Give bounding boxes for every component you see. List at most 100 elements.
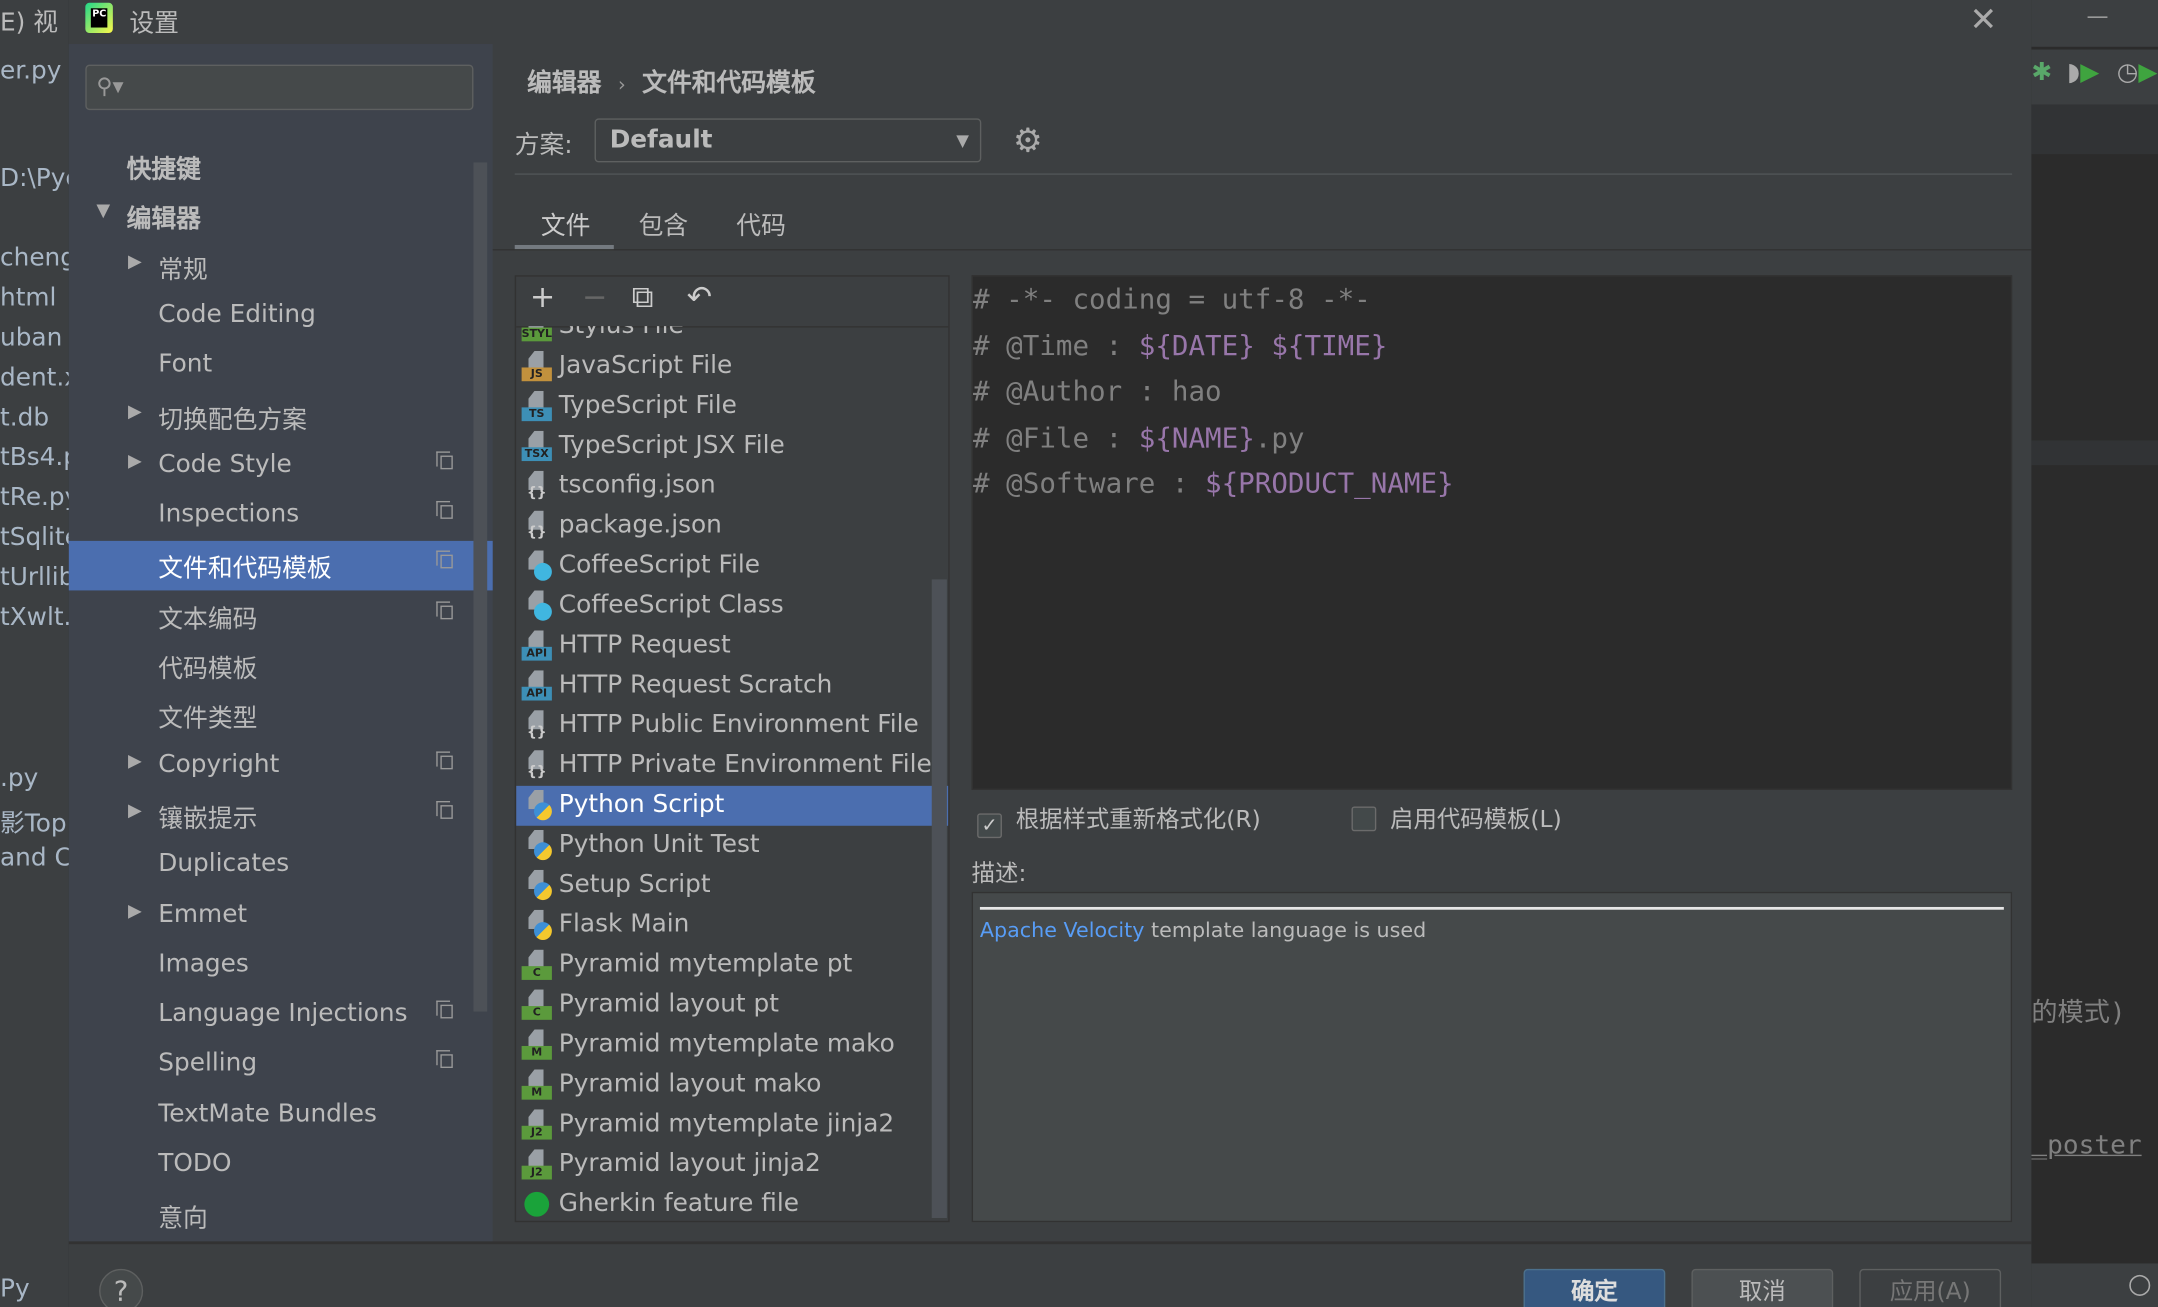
project-file-fragment[interactable]: E) 视: [0, 3, 58, 39]
breadcrumb-item[interactable]: 编辑器: [527, 69, 601, 98]
project-file-fragment[interactable]: and C: [0, 844, 72, 873]
debug-icon[interactable]: ✱: [2031, 58, 2052, 87]
template-list-item[interactable]: C Pyramid layout pt: [516, 985, 948, 1025]
sidebar-item[interactable]: ▶ Copyright: [69, 741, 493, 791]
project-file-fragment[interactable]: dent.x: [0, 363, 79, 392]
apache-velocity-link[interactable]: Apache Velocity: [980, 918, 1145, 943]
sidebar-item[interactable]: ▶ 镶嵌提示: [69, 791, 493, 841]
project-file-fragment[interactable]: html: [0, 284, 56, 313]
chevron-right-icon[interactable]: ▶: [128, 451, 142, 472]
sidebar-item[interactable]: ▶ Code Style: [69, 442, 493, 492]
tab-includes[interactable]: 包含: [639, 206, 689, 242]
sidebar-item[interactable]: ▼ 编辑器: [69, 192, 493, 242]
template-list-item[interactable]: Python Script: [516, 785, 949, 826]
template-list-item[interactable]: JS JavaScript File: [516, 347, 948, 387]
sidebar-item[interactable]: ▶ 常规: [69, 242, 493, 292]
template-list-item[interactable]: {} HTTP Private Environment File: [516, 746, 948, 786]
chevron-right-icon[interactable]: ▶: [128, 251, 142, 272]
coverage-run-icon[interactable]: ◗▶: [2067, 58, 2099, 87]
file-type-icon: [522, 789, 552, 821]
apply-button[interactable]: 应用(A): [1859, 1268, 2002, 1307]
project-file-fragment[interactable]: D:\Pyc: [0, 164, 79, 193]
sidebar-item-label: 意向: [158, 1204, 208, 1234]
profile-run-icon[interactable]: ◷▶: [2117, 58, 2158, 87]
reformat-checkbox[interactable]: ✓ 根据样式重新格式化(R): [977, 800, 1261, 839]
project-file-fragment[interactable]: .py: [0, 764, 38, 793]
template-name: Setup Script: [558, 869, 711, 899]
cancel-button[interactable]: 取消: [1691, 1268, 1834, 1307]
template-list-item[interactable]: TSX TypeScript JSX File: [516, 427, 948, 467]
template-list-item[interactable]: Gherkin feature file: [516, 1185, 948, 1221]
list-scrollbar[interactable]: [931, 579, 947, 1219]
sidebar-item[interactable]: Inspections: [69, 491, 493, 541]
template-list-item[interactable]: API HTTP Request: [516, 626, 948, 666]
project-file-fragment[interactable]: tRe.py: [0, 483, 79, 512]
sidebar-item[interactable]: Images: [69, 941, 493, 991]
minimize-icon[interactable]: —: [2086, 3, 2108, 29]
template-list-item[interactable]: Setup Script: [516, 866, 948, 906]
template-list-item[interactable]: TS TypeScript File: [516, 387, 948, 427]
sidebar-item[interactable]: ▶ 切换配色方案: [69, 392, 493, 442]
template-list-item[interactable]: M Pyramid layout mako: [516, 1065, 948, 1105]
template-list-item[interactable]: STYL Stylus File: [516, 326, 948, 347]
sidebar-item[interactable]: 文件和代码模板: [68, 541, 493, 591]
project-file-fragment[interactable]: uban i: [0, 323, 77, 352]
add-icon[interactable]: +: [530, 281, 555, 315]
project-file-fragment[interactable]: er.py: [0, 56, 61, 85]
project-file-fragment[interactable]: 影Top: [0, 804, 67, 840]
template-list-item[interactable]: J2 Pyramid layout jinja2: [516, 1145, 948, 1185]
template-code-editor[interactable]: # -*- coding = utf-8 -*- # @Time : ${DATE…: [971, 275, 2013, 790]
enable-live-templates-checkbox[interactable]: 启用代码模板(L): [1351, 800, 1562, 834]
sidebar-item[interactable]: TODO: [69, 1141, 493, 1191]
sidebar-item[interactable]: Language Injections: [69, 991, 493, 1041]
sidebar-item[interactable]: Duplicates: [69, 841, 493, 891]
sidebar-item[interactable]: 意向: [69, 1191, 493, 1241]
chevron-right-icon[interactable]: ▶: [128, 401, 142, 422]
settings-search-input[interactable]: ⚲▾: [85, 64, 474, 111]
template-list-item[interactable]: C Pyramid mytemplate pt: [516, 946, 948, 986]
project-file-fragment[interactable]: t.db: [0, 403, 49, 432]
project-file-fragment[interactable]: tBs4.p: [0, 443, 79, 472]
template-list-item[interactable]: CoffeeScript Class: [516, 586, 948, 626]
template-list-item[interactable]: {} package.json: [516, 506, 948, 546]
sidebar-item[interactable]: ▶ Emmet: [69, 891, 493, 941]
template-list-item[interactable]: API HTTP Request Scratch: [516, 666, 948, 706]
template-list-item[interactable]: M Pyramid mytemplate mako: [516, 1025, 948, 1065]
template-list-item[interactable]: {} HTTP Public Environment File: [516, 706, 948, 746]
sidebar-scrollbar[interactable]: [473, 162, 488, 1012]
template-list-item[interactable]: Flask Main: [516, 906, 948, 946]
template-list-item[interactable]: CoffeeScript File: [516, 546, 948, 586]
remove-icon[interactable]: −: [582, 281, 607, 315]
project-file-fragment[interactable]: Py: [0, 1274, 30, 1303]
sidebar-item[interactable]: TextMate Bundles: [69, 1091, 493, 1141]
chevron-right-icon[interactable]: ▶: [128, 751, 142, 772]
sidebar-item[interactable]: Font: [69, 342, 493, 392]
sidebar-item[interactable]: 代码模板: [69, 641, 493, 691]
chevron-right-icon[interactable]: ▶: [128, 901, 142, 922]
tab-files[interactable]: 文件: [541, 206, 591, 242]
project-file-fragment[interactable]: tUrllib: [0, 563, 74, 592]
sidebar-item[interactable]: Spelling: [69, 1041, 493, 1091]
help-button[interactable]: ?: [99, 1268, 144, 1307]
chevron-right-icon[interactable]: ▶: [128, 801, 142, 822]
sidebar-item[interactable]: 文件类型: [69, 691, 493, 741]
scheme-select[interactable]: Default ▼: [594, 118, 982, 163]
reset-icon[interactable]: ↶: [687, 281, 712, 315]
copy-icon[interactable]: ⧉: [632, 281, 654, 315]
ide-statusbar: ○: [2031, 1263, 2158, 1307]
sidebar-item[interactable]: 快捷键: [69, 142, 493, 192]
template-list-item[interactable]: J2 Pyramid mytemplate jinja2: [516, 1105, 948, 1145]
close-icon[interactable]: ✕: [1969, 0, 1997, 39]
sidebar-item[interactable]: 文本编码: [69, 591, 493, 641]
ok-button[interactable]: 确定: [1523, 1268, 1666, 1307]
search-icon[interactable]: ○: [2128, 1266, 2152, 1299]
sidebar-item[interactable]: Code Editing: [69, 292, 493, 342]
template-list-item[interactable]: {} tsconfig.json: [516, 467, 948, 507]
tab-code[interactable]: 代码: [736, 206, 786, 242]
template-list-item[interactable]: Python Unit Test: [516, 826, 948, 866]
divider: [68, 1241, 2032, 1245]
template-name: HTTP Request: [558, 630, 731, 660]
ide-tabs: [2031, 104, 2158, 155]
chevron-down-icon[interactable]: ▼: [96, 201, 110, 222]
gear-icon[interactable]: ⚙: [1013, 121, 1043, 160]
